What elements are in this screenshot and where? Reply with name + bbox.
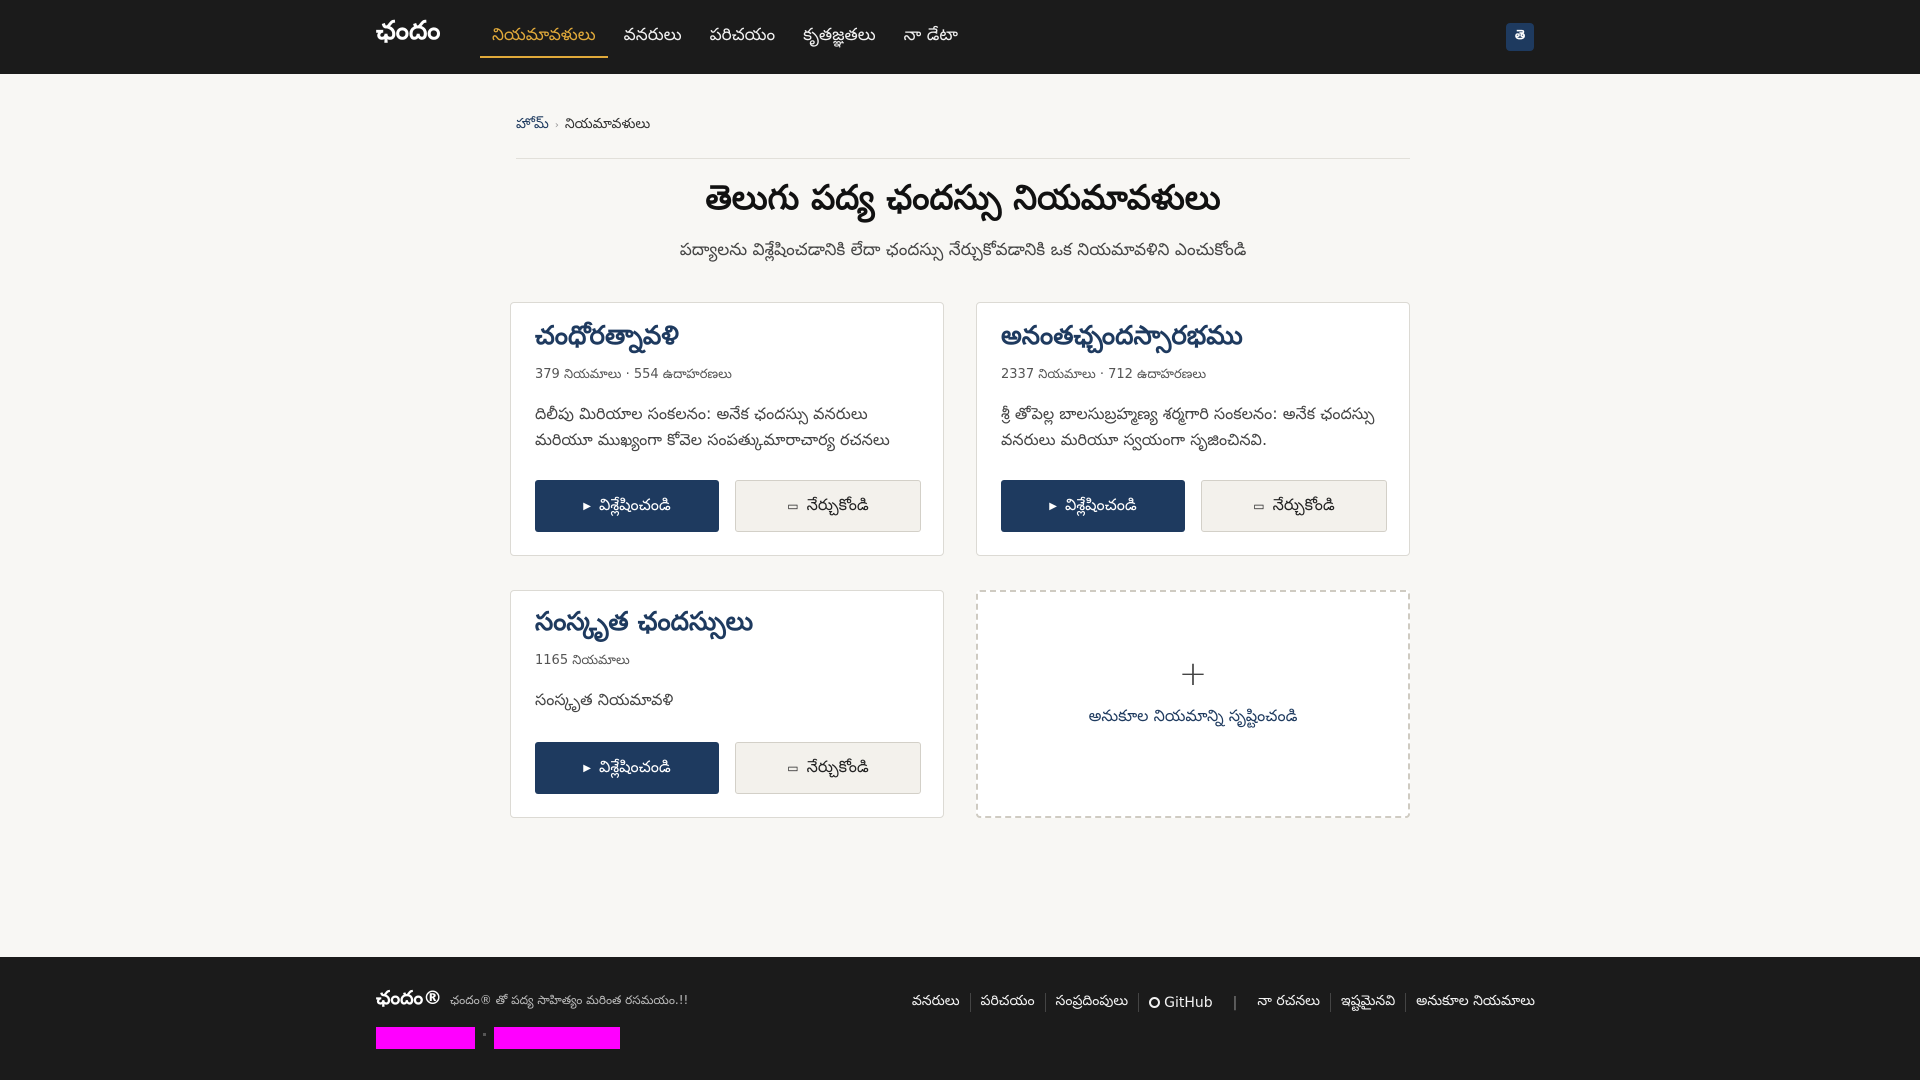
footer-link-contact[interactable]: సంప్రదింపులు: [1046, 993, 1140, 1012]
footer-brand: ఛందం®: [376, 987, 443, 1009]
nav-item-resources[interactable]: వనరులు: [612, 0, 694, 74]
footer-link-my-compositions[interactable]: నా రచనలు: [1247, 993, 1331, 1012]
breadcrumb-separator-icon: ›: [554, 120, 559, 131]
brand-logo[interactable]: ఛందం: [376, 16, 440, 52]
play-icon: ▶: [1049, 500, 1057, 512]
page-title: తెలుగు పద్య ఛందస్సు నియమావళులు: [705, 178, 1221, 218]
create-custom-label: అనుకూల నియమాన్ని సృష్టించండి: [1088, 706, 1298, 725]
footer-links: వనరులు పరిచయం సంప్రదింపులు GitHub | నా ర…: [902, 993, 1535, 1012]
analyze-button[interactable]: ▶ విశ్లేషించండి: [1001, 480, 1185, 532]
footer-badge[interactable]: [376, 1027, 475, 1049]
footer-separator: |: [1232, 994, 1238, 1011]
ruleset-card-chandoratnavali: చంధోరత్నావళి 379 నియమాలు · 554 ఉదాహరణలు …: [510, 302, 944, 556]
analyze-button[interactable]: ▶ విశ్లేషించండి: [535, 480, 719, 532]
learn-button-label: నేర్చుకోండి: [1272, 494, 1335, 514]
play-icon: ▶: [583, 762, 591, 774]
card-meta: 1165 నియమాలు: [535, 653, 630, 668]
nav-item-acknowledgements[interactable]: కృతజ్ఞతలు: [791, 0, 888, 74]
top-navbar: ఛందం నియమావళులు వనరులు పరిచయం కృతజ్ఞతలు …: [0, 0, 1920, 74]
nav-item-my-data[interactable]: నా డేటా: [892, 0, 970, 74]
main-nav: నియమావళులు వనరులు పరిచయం కృతజ్ఞతలు నా డే…: [480, 0, 974, 74]
breadcrumb-home-link[interactable]: హోమ్: [516, 116, 549, 135]
footer-link-favorites[interactable]: ఇష్టమైనవి: [1331, 993, 1407, 1012]
breadcrumb: హోమ్ › నియమావళులు: [516, 116, 650, 135]
create-custom-ruleset-card[interactable]: + అనుకూల నియమాన్ని సృష్టించండి: [976, 590, 1410, 818]
page-subtitle: పద్యాలను విశ్లేషించడానికి లేదా ఛందస్సు న…: [679, 240, 1247, 260]
book-icon: ▭: [787, 761, 799, 775]
footer-link-custom-rules[interactable]: అనుకూల నియమాలు: [1406, 993, 1535, 1012]
card-meta: 379 నియమాలు · 554 ఉదాహరణలు: [535, 367, 732, 382]
card-meta: 2337 నియమాలు · 712 ఉదాహరణలు: [1001, 367, 1207, 382]
card-description: శ్రీ తోపెల్ల బాలసుబ్రహ్మణ్య శర్మగారి సంక…: [1001, 404, 1375, 449]
learn-button[interactable]: ▭ నేర్చుకోండి: [1201, 480, 1387, 532]
learn-button-label: నేర్చుకోండి: [806, 756, 869, 776]
language-toggle-button[interactable]: తె: [1506, 23, 1534, 51]
book-icon: ▭: [787, 499, 799, 513]
footer-link-resources[interactable]: వనరులు: [902, 993, 971, 1012]
footer-badge-separator: [483, 1033, 486, 1036]
book-icon: ▭: [1253, 499, 1265, 513]
nav-item-rulesets[interactable]: నియమావళులు: [480, 0, 608, 74]
analyze-button-label: విశ్లేషించండి: [598, 756, 671, 776]
play-icon: ▶: [583, 500, 591, 512]
footer-link-github[interactable]: GitHub: [1139, 995, 1223, 1011]
learn-button-label: నేర్చుకోండి: [806, 494, 869, 514]
card-title: సంస్కృత ఛందస్సులు: [535, 607, 754, 637]
analyze-button-label: విశ్లేషించండి: [598, 494, 671, 514]
card-title: చంధోరత్నావళి: [535, 321, 679, 351]
analyze-button-label: విశ్లేషించండి: [1064, 494, 1137, 514]
section-divider: [516, 158, 1410, 159]
ruleset-card-sanskrit: సంస్కృత ఛందస్సులు 1165 నియమాలు సంస్కృత న…: [510, 590, 944, 818]
github-label: GitHub: [1164, 994, 1213, 1011]
footer-badge[interactable]: [494, 1027, 620, 1049]
card-title: అనంతఛ్చందస్సారభము: [1001, 321, 1243, 351]
breadcrumb-current: నియమావళులు: [564, 116, 651, 132]
github-icon: [1149, 996, 1161, 1008]
learn-button[interactable]: ▭ నేర్చుకోండి: [735, 480, 921, 532]
footer-link-about[interactable]: పరిచయం: [971, 993, 1046, 1012]
card-description: సంస్కృత నియమావళి: [535, 690, 674, 709]
footer-tagline: ఛందం® తో పద్య సాహిత్యం మరింత రసమయం.!!: [450, 993, 689, 1007]
footer: ఛందం® ఛందం® తో పద్య సాహిత్యం మరింత రసమయం…: [0, 957, 1920, 1080]
learn-button[interactable]: ▭ నేర్చుకోండి: [735, 742, 921, 794]
ruleset-card-anantachandassarabhamu: అనంతఛ్చందస్సారభము 2337 నియమాలు · 712 ఉదా…: [976, 302, 1410, 556]
analyze-button[interactable]: ▶ విశ్లేషించండి: [535, 742, 719, 794]
plus-icon: +: [1178, 654, 1208, 694]
nav-item-about[interactable]: పరిచయం: [698, 0, 788, 74]
card-description: దిలీపు మిరియాల సంకలనం: అనేక ఛందస్సు వనరు…: [535, 404, 890, 449]
